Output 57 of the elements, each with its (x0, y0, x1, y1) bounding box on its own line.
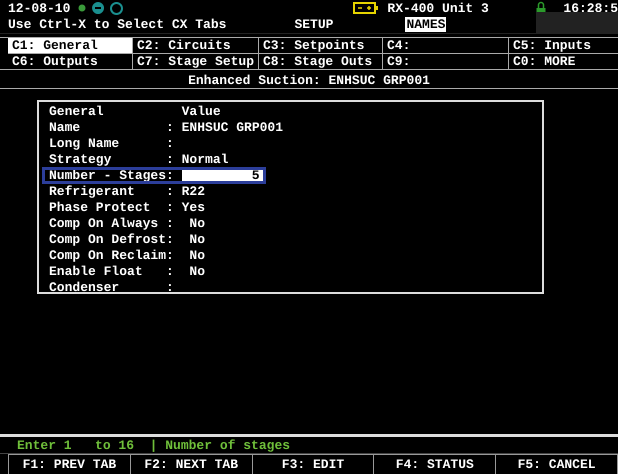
tab[interactable]: C8: Stage Outs (259, 54, 383, 69)
unit-title: RX-400 Unit 3 (387, 0, 489, 16)
tab[interactable]: C4: (383, 38, 509, 54)
field-value: No (188, 216, 206, 232)
names-tag: NAMES (405, 16, 446, 32)
field-label: Name (49, 120, 82, 136)
field-label: Refrigerant (49, 184, 136, 200)
separator-text: : (166, 168, 175, 184)
separator-text: : (166, 120, 175, 136)
function-key-button[interactable]: F2: NEXT TAB (130, 454, 253, 474)
separator-text: : (166, 232, 175, 248)
field-value: No (188, 232, 206, 248)
field-label: Comp On Reclaim (49, 248, 166, 264)
field-label: Long Name (49, 136, 120, 152)
status-dot-icon (78, 4, 86, 12)
separator-text: : (166, 280, 175, 296)
hint-text: Use Ctrl-X to Select CX Tabs (8, 16, 226, 32)
tab[interactable]: C5: Inputs (509, 38, 618, 54)
field-value: Normal (182, 152, 228, 168)
separator-text: : (166, 248, 175, 264)
field-label: Comp On Defrost (49, 232, 166, 248)
separator-text: : (166, 264, 175, 280)
tab[interactable]: C0: MORE (509, 54, 618, 69)
column-heading: General (49, 104, 105, 120)
tab[interactable]: C9: (383, 54, 509, 69)
function-key-button[interactable]: F4: STATUS (374, 454, 496, 474)
function-key-button[interactable]: F3: EDIT (252, 454, 374, 474)
date-text: 12-08-10 (8, 0, 70, 16)
separator-text: : (166, 200, 175, 216)
field-value: ENHSUC GRP001 (182, 120, 284, 136)
field-label: Enable Float (49, 264, 144, 280)
field-label: Condenser (49, 280, 120, 296)
clock-text: 16:28:5 (563, 0, 618, 16)
separator-text: : (166, 136, 175, 152)
column-heading: Value (182, 104, 221, 120)
field-label: Comp On Always (49, 216, 160, 232)
separator-text: : (166, 152, 175, 168)
tab[interactable]: C6: Outputs (8, 54, 133, 69)
battery-icon (353, 2, 380, 14)
mode-label: SETUP (294, 16, 334, 32)
tm-icon (110, 2, 124, 14)
field-label: Strategy (49, 152, 112, 168)
tab[interactable]: C1: General (8, 38, 133, 54)
tab[interactable]: C7: Stage Setup (133, 54, 259, 69)
field-value: No (188, 248, 206, 264)
field-label: Phase Protect (49, 200, 152, 216)
tab[interactable]: C3: Setpoints (259, 38, 383, 54)
field-value: Yes (182, 200, 206, 216)
function-key-button[interactable]: F5: CANCEL (496, 454, 618, 474)
tab[interactable]: C2: Circuits (133, 38, 259, 54)
field-value: No (188, 264, 206, 280)
separator-text: : (166, 184, 175, 200)
screen-title: Enhanced Suction: ENHSUC GRP001 (0, 69, 618, 88)
field-label: Number - Stages (49, 168, 166, 184)
field-value: R22 (182, 184, 206, 200)
function-key-button[interactable]: F1: PREV TAB (8, 454, 131, 474)
separator-text: : (166, 216, 175, 232)
